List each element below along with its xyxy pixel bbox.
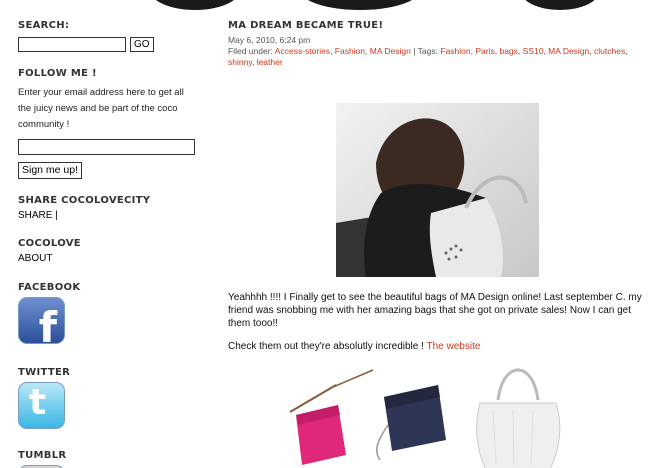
search-heading: SEARCH: <box>18 20 70 31</box>
follow-heading: FOLLOW ME ! <box>18 68 97 79</box>
post-title[interactable]: MA DREAM BECAME TRUE! <box>228 20 648 31</box>
tag-link[interactable]: clutches <box>594 46 625 56</box>
post-photo <box>336 103 539 277</box>
post-meta: May 6, 2010, 6:24 pm Filed under: Access… <box>228 35 648 68</box>
facebook-icon[interactable]: f <box>18 296 65 344</box>
tag-link[interactable]: MA Design <box>548 46 589 56</box>
pink-clutch-image <box>289 369 374 465</box>
blog-post: MA DREAM BECAME TRUE! May 6, 2010, 6:24 … <box>228 20 648 468</box>
category-link[interactable]: Access-stories <box>275 46 330 56</box>
white-tote-image <box>476 368 561 468</box>
tag-link[interactable]: SS10 <box>523 46 544 56</box>
post-body: Yeahhhh !!!! I Finally get to see the be… <box>228 291 648 363</box>
twitter-icon[interactable]: t <box>18 381 65 429</box>
category-link[interactable]: MA Design <box>370 46 411 56</box>
bags-photo <box>288 365 588 468</box>
signup-button[interactable]: Sign me up! <box>18 161 83 179</box>
tumblr-heading: TUMBLR <box>18 449 67 461</box>
tumblr-icon[interactable] <box>18 464 65 468</box>
sidebar: SEARCH: GO FOLLOW ME ! Enter your email … <box>18 20 203 468</box>
post-paragraph-text: Check them out they're absolutly incredi… <box>228 341 424 352</box>
share-link[interactable]: SHARE | <box>18 210 203 221</box>
post-paragraph: Check them out they're absolutly incredi… <box>228 340 648 353</box>
tag-link[interactable]: Fashion <box>440 46 470 56</box>
search-input[interactable] <box>18 37 126 52</box>
search-form: GO <box>18 37 203 52</box>
cocolove-heading: COCOLOVE <box>18 237 81 249</box>
email-field[interactable] <box>18 139 195 155</box>
share-heading: SHARE COCOLOVECITY <box>18 194 151 206</box>
post-categories-tags: Filed under: Access-stories, Fashion, MA… <box>228 46 628 67</box>
post-paragraph: Yeahhhh !!!! I Finally get to see the be… <box>228 292 642 329</box>
tag-link[interactable]: leather <box>257 57 283 67</box>
facebook-heading: FACEBOOK <box>18 281 81 293</box>
post-date: May 6, 2010, 6:24 pm <box>228 35 311 45</box>
tags-label: | Tags: <box>413 46 438 56</box>
category-link[interactable]: Fashion <box>335 46 365 56</box>
website-link[interactable]: The website <box>427 341 481 352</box>
filed-under-label: Filed under: <box>228 46 273 56</box>
navy-clutch-image <box>376 385 446 461</box>
header-photo-strip <box>0 0 650 12</box>
go-button[interactable]: GO <box>130 37 154 52</box>
tag-link[interactable]: shinny <box>228 57 252 67</box>
twitter-heading: TWITTER <box>18 366 71 378</box>
tag-link[interactable]: bags <box>499 46 517 56</box>
follow-text: Enter your email address here to get all… <box>18 87 184 130</box>
tag-link[interactable]: Paris <box>475 46 494 56</box>
about-link[interactable]: ABOUT <box>18 253 203 264</box>
